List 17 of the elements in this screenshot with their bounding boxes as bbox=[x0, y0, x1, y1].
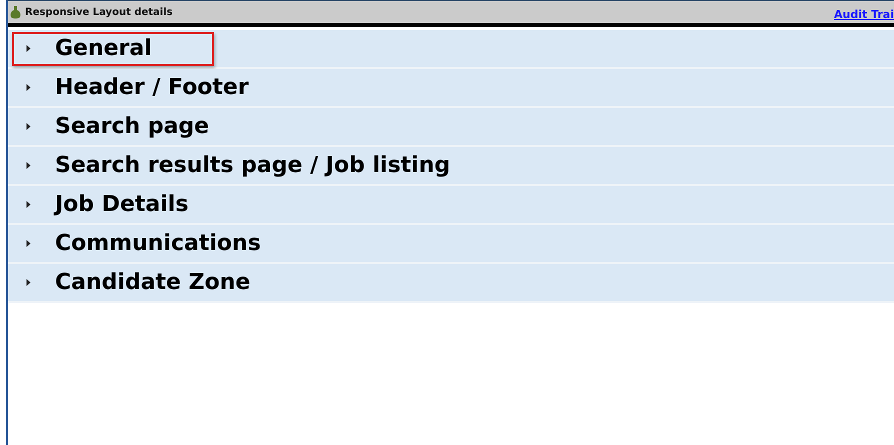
caret-icon bbox=[26, 240, 31, 247]
section-header[interactable]: Communications bbox=[12, 226, 323, 260]
section-header[interactable]: Search page bbox=[12, 110, 272, 144]
caret-icon bbox=[26, 162, 31, 169]
bottle-icon bbox=[10, 6, 21, 18]
section-header[interactable]: Header / Footer bbox=[12, 70, 311, 104]
section-header[interactable]: Job Details bbox=[12, 188, 250, 222]
audit-trail-link[interactable]: Audit Trai bbox=[834, 8, 894, 20]
caret-icon bbox=[26, 45, 31, 52]
caret-icon bbox=[26, 279, 31, 286]
section-header[interactable]: Search results page / Job listing bbox=[12, 148, 512, 182]
caret-icon bbox=[26, 84, 31, 91]
window-title: Responsive Layout details bbox=[25, 6, 174, 18]
caret-icon bbox=[26, 123, 31, 130]
section-header[interactable]: Candidate Zone bbox=[12, 266, 312, 300]
section-header[interactable]: General bbox=[12, 32, 214, 66]
caret-icon bbox=[26, 201, 31, 208]
